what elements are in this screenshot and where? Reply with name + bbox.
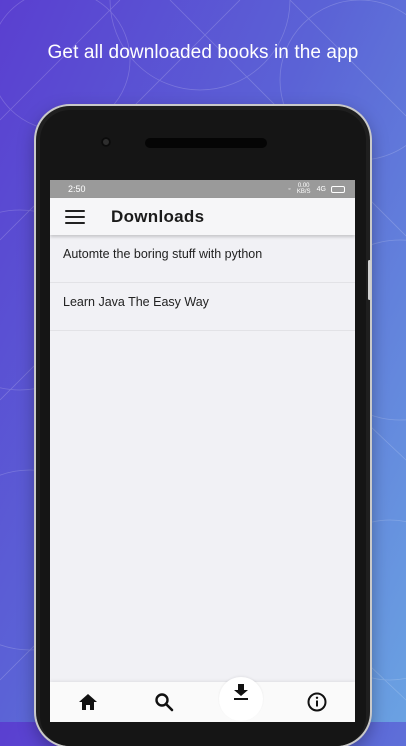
- nav-search[interactable]: [145, 685, 183, 719]
- download-icon: [233, 684, 248, 700]
- page-title: Downloads: [111, 206, 205, 226]
- nav-about[interactable]: [298, 685, 336, 719]
- earpiece-speaker: [145, 138, 267, 148]
- phone-screen: 2:50 ◦ 0.00 KB/S 4G Downloads Automte th…: [50, 180, 355, 722]
- battery-icon: [331, 185, 345, 193]
- downloads-list: Automte the boring stuff with python Lea…: [50, 235, 355, 331]
- bottom-navigation: [50, 677, 355, 722]
- status-icons: ◦ 0.00 KB/S 4G: [288, 183, 345, 195]
- list-item[interactable]: Learn Java The Easy Way: [50, 283, 355, 331]
- app-bar: Downloads: [50, 198, 355, 235]
- status-bar: 2:50 ◦ 0.00 KB/S 4G: [50, 180, 355, 198]
- nav-home[interactable]: [69, 685, 107, 719]
- status-time: 2:50: [68, 184, 86, 194]
- network-type: 4G: [316, 185, 326, 193]
- wifi-icon: ◦: [288, 185, 291, 193]
- promo-headline: Get all downloaded books in the app: [47, 42, 359, 63]
- hamburger-menu-icon[interactable]: [65, 209, 85, 224]
- network-speed: 0.00 KB/S: [296, 183, 311, 195]
- home-icon: [79, 694, 98, 710]
- volume-button: [368, 260, 371, 300]
- front-camera: [101, 137, 111, 147]
- info-icon: [307, 692, 327, 712]
- list-item[interactable]: Automte the boring stuff with python: [50, 235, 355, 283]
- nav-downloads[interactable]: [218, 677, 263, 721]
- search-icon: [155, 693, 174, 712]
